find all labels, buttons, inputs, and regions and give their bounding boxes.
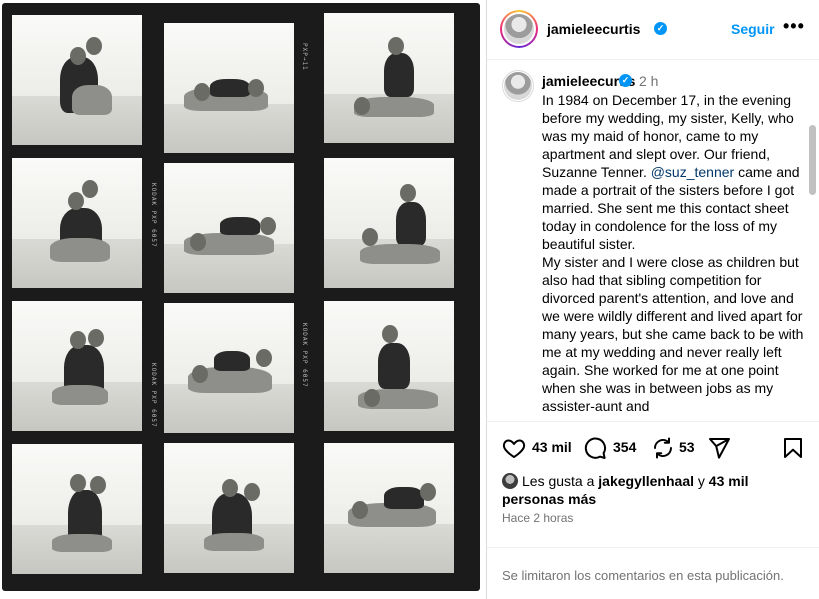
post-media[interactable]: KODAK PXP 6057 KODAK PXP 6057 PXP→11 KOD… — [0, 0, 484, 599]
avatar — [504, 72, 532, 100]
heart-icon[interactable] — [502, 436, 526, 460]
photo-frame — [12, 444, 142, 574]
likes-count[interactable]: 43 mil — [532, 439, 572, 455]
liker-username[interactable]: jakegyllenhaal — [598, 473, 694, 489]
comments-section: Se limitaron los comentarios en esta pub… — [487, 547, 819, 599]
follow-button[interactable]: Seguir — [731, 21, 775, 37]
post-header: jamieleecurtis ✓ Seguir ••• — [487, 0, 819, 60]
repost-icon[interactable] — [651, 436, 675, 460]
caption-avatar[interactable] — [502, 70, 534, 102]
photo-frame — [164, 303, 294, 433]
photo-frame — [12, 301, 142, 431]
action-bar: 43 mil 354 53 — [487, 421, 819, 473]
caption-text-part: came and made a portrait of the sisters … — [542, 164, 804, 414]
comments-disabled-notice: Se limitaron los comentarios en esta pub… — [502, 568, 784, 583]
verified-badge-icon: ✓ — [619, 74, 632, 87]
header-username[interactable]: jamieleecurtis — [547, 21, 640, 37]
photo-frame — [324, 443, 454, 573]
photo-frame — [164, 443, 294, 573]
more-options-icon[interactable]: ••• — [783, 16, 805, 37]
caption-scrollbar[interactable] — [809, 125, 816, 195]
photo-frame — [324, 301, 454, 431]
post-panel: jamieleecurtis ✓ Seguir ••• jamieleecurt… — [486, 0, 819, 599]
shares-count[interactable]: 53 — [679, 439, 695, 455]
caption-area[interactable]: jamieleecurtis ✓ 2 h In 1984 on December… — [487, 61, 819, 420]
avatar — [504, 14, 534, 44]
comments-count[interactable]: 354 — [613, 439, 636, 455]
photo-frame — [12, 15, 142, 145]
liker-avatar[interactable] — [502, 473, 518, 489]
contact-sheet-photo: KODAK PXP 6057 KODAK PXP 6057 PXP→11 KOD… — [2, 3, 480, 591]
comment-bubble-icon[interactable] — [583, 436, 607, 460]
photo-frame — [164, 163, 294, 293]
photo-frame — [12, 158, 142, 288]
post-timestamp[interactable]: Hace 2 horas — [502, 511, 573, 525]
mention-link[interactable]: @suz_tenner — [651, 164, 734, 180]
likes-prefix: Les gusta a — [522, 473, 599, 489]
bookmark-icon[interactable] — [781, 436, 805, 460]
photo-frame — [324, 13, 454, 143]
story-avatar[interactable] — [500, 10, 538, 48]
likes-middle: y — [694, 473, 709, 489]
likes-summary: Les gusta a jakegyllenhaal y 43 mil pers… — [502, 472, 807, 508]
photo-frame — [164, 23, 294, 153]
caption-text: In 1984 on December 17, in the evening b… — [542, 91, 807, 415]
caption-time[interactable]: 2 h — [639, 73, 658, 89]
verified-badge-icon: ✓ — [654, 22, 667, 35]
send-paper-plane-icon[interactable] — [707, 436, 731, 460]
photo-frame — [324, 158, 454, 288]
